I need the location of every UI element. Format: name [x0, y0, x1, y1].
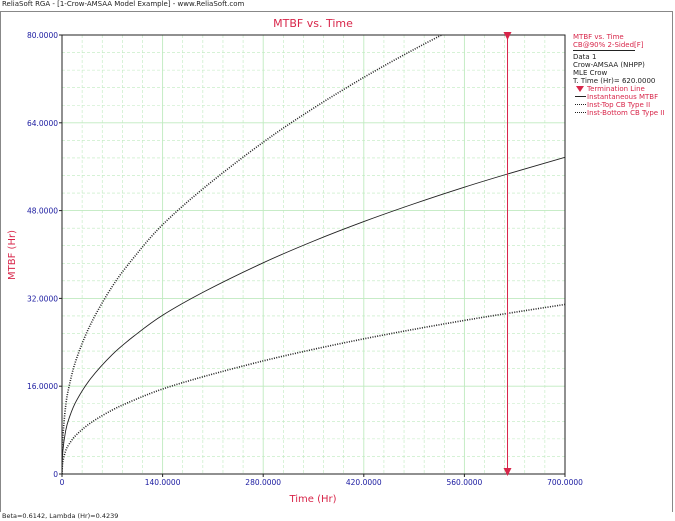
- y-tick-label: 16.0000: [27, 382, 58, 391]
- series-inst-bottom-cb-type-ii: [62, 303, 565, 474]
- legend-entry-termination: Termination Line: [573, 85, 673, 93]
- x-tick-label: 560.0000: [447, 478, 483, 487]
- y-tick-label: 32.0000: [27, 294, 58, 303]
- legend-model: Crow-AMSAA (NHPP): [573, 61, 645, 69]
- legend-data-name: Data 1: [573, 53, 597, 61]
- dotted-line-swatch: [575, 112, 586, 113]
- x-tick-label: 140.0000: [145, 478, 181, 487]
- legend-label: Instantaneous MTBF: [587, 93, 659, 101]
- tick-labels: 0 140.0000 280.0000 420.0000 560.0000 700.000…: [27, 31, 583, 487]
- legend-plot-name: MTBF vs. Time: [573, 33, 624, 41]
- status-bar: Beta=0.6142, Lambda (Hr)=0.4239: [0, 512, 675, 521]
- legend-entry-instantaneous: Instantaneous MTBF: [573, 93, 673, 101]
- chart-title: MTBF vs. Time: [273, 17, 353, 30]
- x-tick-label: 280.0000: [245, 478, 281, 487]
- x-tick-label: 420.0000: [346, 478, 382, 487]
- chart-grid: [62, 35, 565, 474]
- x-axis-label: Time (Hr): [288, 494, 336, 505]
- down-triangle-icon: [576, 86, 584, 92]
- solid-line-swatch: [575, 96, 586, 97]
- chart-curves: [62, 35, 565, 474]
- y-axis-label: MTBF (Hr): [7, 230, 18, 280]
- y-tick-label: 0: [53, 470, 58, 479]
- termination-line: [503, 32, 512, 476]
- legend-label: Inst-Top CB Type II: [587, 101, 651, 109]
- legend-entry-top-cb: Inst-Top CB Type II: [573, 101, 673, 109]
- chart-legend: MTBF vs. Time CB@90% 2-Sided[F] Data 1 C…: [573, 33, 673, 117]
- legend-label: Inst-Bottom CB Type II: [587, 109, 665, 117]
- legend-method: MLE Crow: [573, 69, 608, 77]
- y-tick-label: 48.0000: [27, 207, 58, 216]
- y-tick-label: 80.0000: [27, 31, 58, 40]
- legend-t-time: T. Time (Hr)= 620.0000: [573, 77, 656, 85]
- plot-area-border: [61, 34, 566, 475]
- legend-label: Termination Line: [587, 85, 645, 93]
- y-tick-label: 64.0000: [27, 119, 58, 128]
- legend-entry-bottom-cb: Inst-Bottom CB Type II: [573, 109, 673, 117]
- dotted-line-swatch: [575, 104, 586, 105]
- x-tick-label: 700.0000: [547, 478, 583, 487]
- series-instantaneous-mtbf: [62, 156, 565, 474]
- legend-divider: [573, 50, 635, 51]
- legend-cb-label: CB@90% 2-Sided[F]: [573, 41, 644, 49]
- x-tick-label: 0: [60, 478, 65, 487]
